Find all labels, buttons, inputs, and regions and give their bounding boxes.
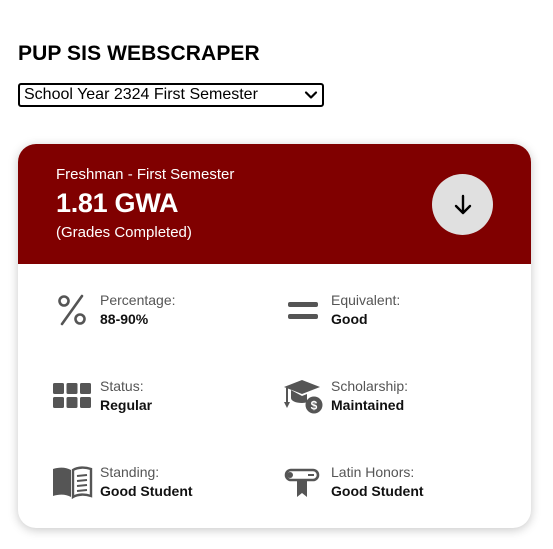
term-label: Freshman - First Semester [56,166,235,183]
semester-select-value: School Year 2324 First Semester [24,86,258,103]
open-book-icon [50,462,94,502]
download-button[interactable] [432,174,493,235]
stat-label: Percentage: [100,292,176,308]
stat-label: Standing: [100,464,160,480]
svg-text:$: $ [311,399,318,413]
stat-label: Equivalent: [331,292,401,308]
equals-icon [281,290,325,330]
stat-value: Maintained [331,397,405,413]
arrow-down-icon [454,194,471,214]
stat-label: Scholarship: [331,378,409,394]
page-title: PUP SIS WEBSCRAPER [18,42,260,65]
chevron-down-icon [304,91,318,99]
stat-label: Status: [100,378,144,394]
stat-value: 88-90% [100,311,149,327]
gwa-note: (Grades Completed) [56,224,192,241]
stat-value: Regular [100,397,153,413]
stat-latin-honors: Latin Honors: Good Student [281,462,501,506]
percent-icon [50,290,94,330]
card-header: Freshman - First Semester 1.81 GWA (Grad… [18,144,531,264]
stat-percentage: Percentage: 88-90% [50,290,250,334]
stat-scholarship: $ Scholarship: Maintained [281,376,501,420]
grid-icon [50,376,94,416]
stat-value: Good [331,311,368,327]
graduation-cap-money-icon: $ [281,376,325,416]
diploma-scroll-icon [281,462,325,502]
gwa-value: 1.81 GWA [56,188,179,218]
stat-status: Status: Regular [50,376,250,420]
stat-value: Good Student [331,483,424,499]
semester-card: Freshman - First Semester 1.81 GWA (Grad… [18,144,531,528]
stat-standing: Standing: Good Student [50,462,250,506]
semester-select[interactable]: School Year 2324 First Semester [18,83,324,107]
stat-equivalent: Equivalent: Good [281,290,501,334]
stat-value: Good Student [100,483,193,499]
stat-label: Latin Honors: [331,464,415,480]
